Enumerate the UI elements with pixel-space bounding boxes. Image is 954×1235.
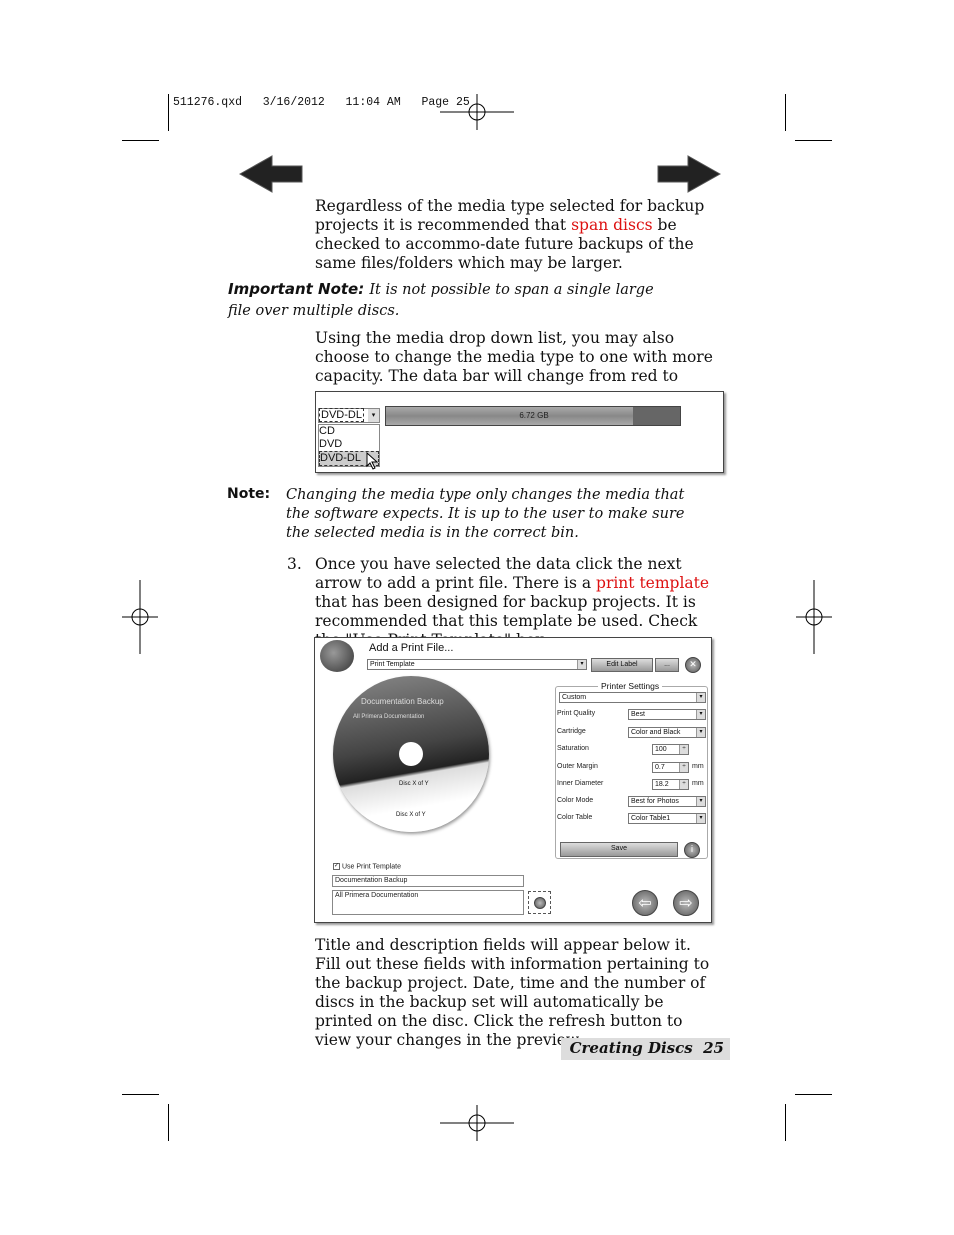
print-file-dialog: Add a Print File... Print Template ▾ Edit… bbox=[314, 637, 712, 923]
step-number: 3. bbox=[287, 555, 302, 573]
paragraph: Once you have selected the data click th… bbox=[315, 555, 725, 650]
setting-value: Color and Black bbox=[631, 729, 681, 736]
preset-select[interactable]: Custom ▾ bbox=[559, 692, 706, 703]
registration-mark bbox=[122, 580, 158, 654]
setting-label: Color Table bbox=[557, 814, 593, 821]
title-field[interactable]: Documentation Backup bbox=[332, 875, 524, 887]
selected-media: DVD-DL bbox=[319, 408, 364, 422]
note: Note: Changing the media type only chang… bbox=[227, 486, 717, 543]
cursor-icon bbox=[366, 452, 379, 470]
setting-value: 0.7 bbox=[655, 764, 665, 771]
crop-mark bbox=[168, 94, 169, 131]
save-button[interactable]: Save bbox=[560, 842, 678, 857]
page-footer: Creating Discs 25 bbox=[561, 1038, 730, 1060]
description-field[interactable]: All Primera Documentation bbox=[332, 890, 524, 915]
registration-mark bbox=[440, 94, 514, 130]
chevron-down-icon: ▾ bbox=[696, 693, 705, 702]
unit-label: mm bbox=[692, 780, 704, 787]
data-bar: 6.72 GB bbox=[385, 406, 681, 426]
checkbox-icon: ✓ bbox=[333, 863, 340, 870]
crop-mark bbox=[785, 1104, 786, 1141]
chevron-down-icon: ▾ bbox=[696, 710, 705, 719]
page-number: 25 bbox=[703, 1039, 724, 1057]
chevron-down-icon: ▾ bbox=[696, 797, 705, 806]
chevron-down-icon: ▾ bbox=[696, 728, 705, 737]
spinner-icon[interactable]: ÷ bbox=[679, 780, 688, 789]
disc-subtitle: All Primera Documentation bbox=[353, 714, 425, 720]
section-title: Creating Discs bbox=[569, 1039, 693, 1057]
setting-select[interactable]: Color Table1 ▾ bbox=[628, 813, 706, 824]
chevron-down-icon: ▾ bbox=[577, 660, 586, 669]
setting-spinner[interactable]: 18.2 ÷ bbox=[652, 779, 689, 790]
info-icon[interactable]: i bbox=[684, 842, 700, 858]
dialog-title: Add a Print File... bbox=[369, 642, 454, 654]
setting-value: 18.2 bbox=[655, 781, 669, 788]
crop-mark bbox=[795, 140, 832, 141]
printer-settings-panel: Printer Settings Custom ▾ Print Quality Be… bbox=[555, 681, 708, 859]
arrow-left-icon[interactable] bbox=[238, 154, 304, 194]
disc-number: Disc X of Y bbox=[396, 812, 426, 818]
next-arrow-button[interactable]: ⇨ bbox=[673, 890, 699, 916]
important-note: Important Note: It is not possible to sp… bbox=[228, 279, 678, 321]
template-select[interactable]: Print Template ▾ bbox=[367, 659, 587, 670]
setting-select[interactable]: Best ▾ bbox=[628, 709, 706, 720]
spinner-icon[interactable]: ÷ bbox=[679, 763, 688, 772]
checkbox-label: Use Print Template bbox=[341, 863, 401, 871]
setting-value: Best for Photos bbox=[631, 798, 679, 805]
setting-select[interactable]: Color and Black ▾ bbox=[628, 727, 706, 738]
crop-mark bbox=[785, 94, 786, 131]
setting-spinner[interactable]: 0.7 ÷ bbox=[652, 762, 689, 773]
registration-mark bbox=[796, 580, 832, 654]
back-arrow-button[interactable]: ⇦ bbox=[632, 890, 658, 916]
unit-label: mm bbox=[692, 763, 704, 770]
chevron-down-icon: ▾ bbox=[368, 409, 379, 422]
close-icon[interactable]: ✕ bbox=[685, 657, 701, 673]
chevron-down-icon: ▾ bbox=[696, 814, 705, 823]
preset-value: Custom bbox=[562, 694, 587, 701]
print-template-link[interactable]: print template bbox=[596, 574, 709, 592]
setting-spinner[interactable]: 100 ÷ bbox=[652, 744, 689, 755]
refresh-icon bbox=[534, 897, 546, 909]
disc-preview: Documentation Backup All Primera Documen… bbox=[333, 676, 489, 832]
crop-mark bbox=[795, 1094, 832, 1095]
browse-button[interactable]: ... bbox=[655, 658, 679, 672]
data-bar-label: 6.72 GB bbox=[519, 411, 549, 420]
spinner-icon[interactable]: ÷ bbox=[679, 745, 688, 754]
media-dropdown[interactable]: DVD-DL ▾ bbox=[318, 408, 380, 423]
note-text: Changing the media type only changes the… bbox=[286, 487, 685, 541]
setting-label: Cartridge bbox=[557, 728, 586, 735]
template-value: Print Template bbox=[370, 661, 415, 668]
crop-mark bbox=[122, 1094, 159, 1095]
note-label: Note: bbox=[227, 486, 271, 502]
span-discs-link[interactable]: span discs bbox=[571, 216, 653, 234]
setting-label: Saturation bbox=[557, 745, 589, 752]
edit-label-button[interactable]: Edit Label bbox=[591, 658, 653, 672]
registration-mark bbox=[440, 1105, 514, 1141]
setting-label: Outer Margin bbox=[557, 763, 598, 770]
printer-icon bbox=[320, 640, 354, 672]
disc-hole bbox=[399, 742, 423, 766]
arrow-right-icon[interactable] bbox=[656, 154, 722, 194]
disc-title: Documentation Backup bbox=[361, 697, 444, 706]
setting-label: Color Mode bbox=[557, 797, 594, 804]
slug-line: 511276.qxd 3/16/2012 11:04 AM Page 25 bbox=[173, 96, 470, 109]
setting-select[interactable]: Best for Photos ▾ bbox=[628, 796, 706, 807]
setting-label: Print Quality bbox=[557, 710, 596, 717]
setting-value: Best bbox=[631, 711, 646, 718]
refresh-button[interactable] bbox=[528, 891, 551, 914]
setting-value: Color Table1 bbox=[631, 815, 671, 822]
note-label: Important Note: bbox=[228, 280, 365, 298]
option-dvd[interactable]: DVD bbox=[319, 438, 379, 451]
paragraph: Regardless of the media type selected fo… bbox=[315, 197, 730, 273]
crop-mark bbox=[168, 1104, 169, 1141]
disc-number: Disc X of Y bbox=[399, 781, 429, 787]
media-screenshot: DVD-DL ▾ CD DVD DVD-DL 6.72 GB bbox=[315, 391, 724, 473]
crop-mark bbox=[122, 140, 159, 141]
paragraph: Title and description fields will appear… bbox=[315, 936, 710, 1049]
setting-label: Inner Diameter bbox=[557, 780, 604, 787]
setting-value: 100 bbox=[655, 746, 667, 753]
use-template-checkbox[interactable]: ✓ Use Print Template bbox=[333, 863, 401, 870]
option-cd[interactable]: CD bbox=[319, 425, 379, 438]
panel-legend: Printer Settings bbox=[598, 681, 663, 691]
